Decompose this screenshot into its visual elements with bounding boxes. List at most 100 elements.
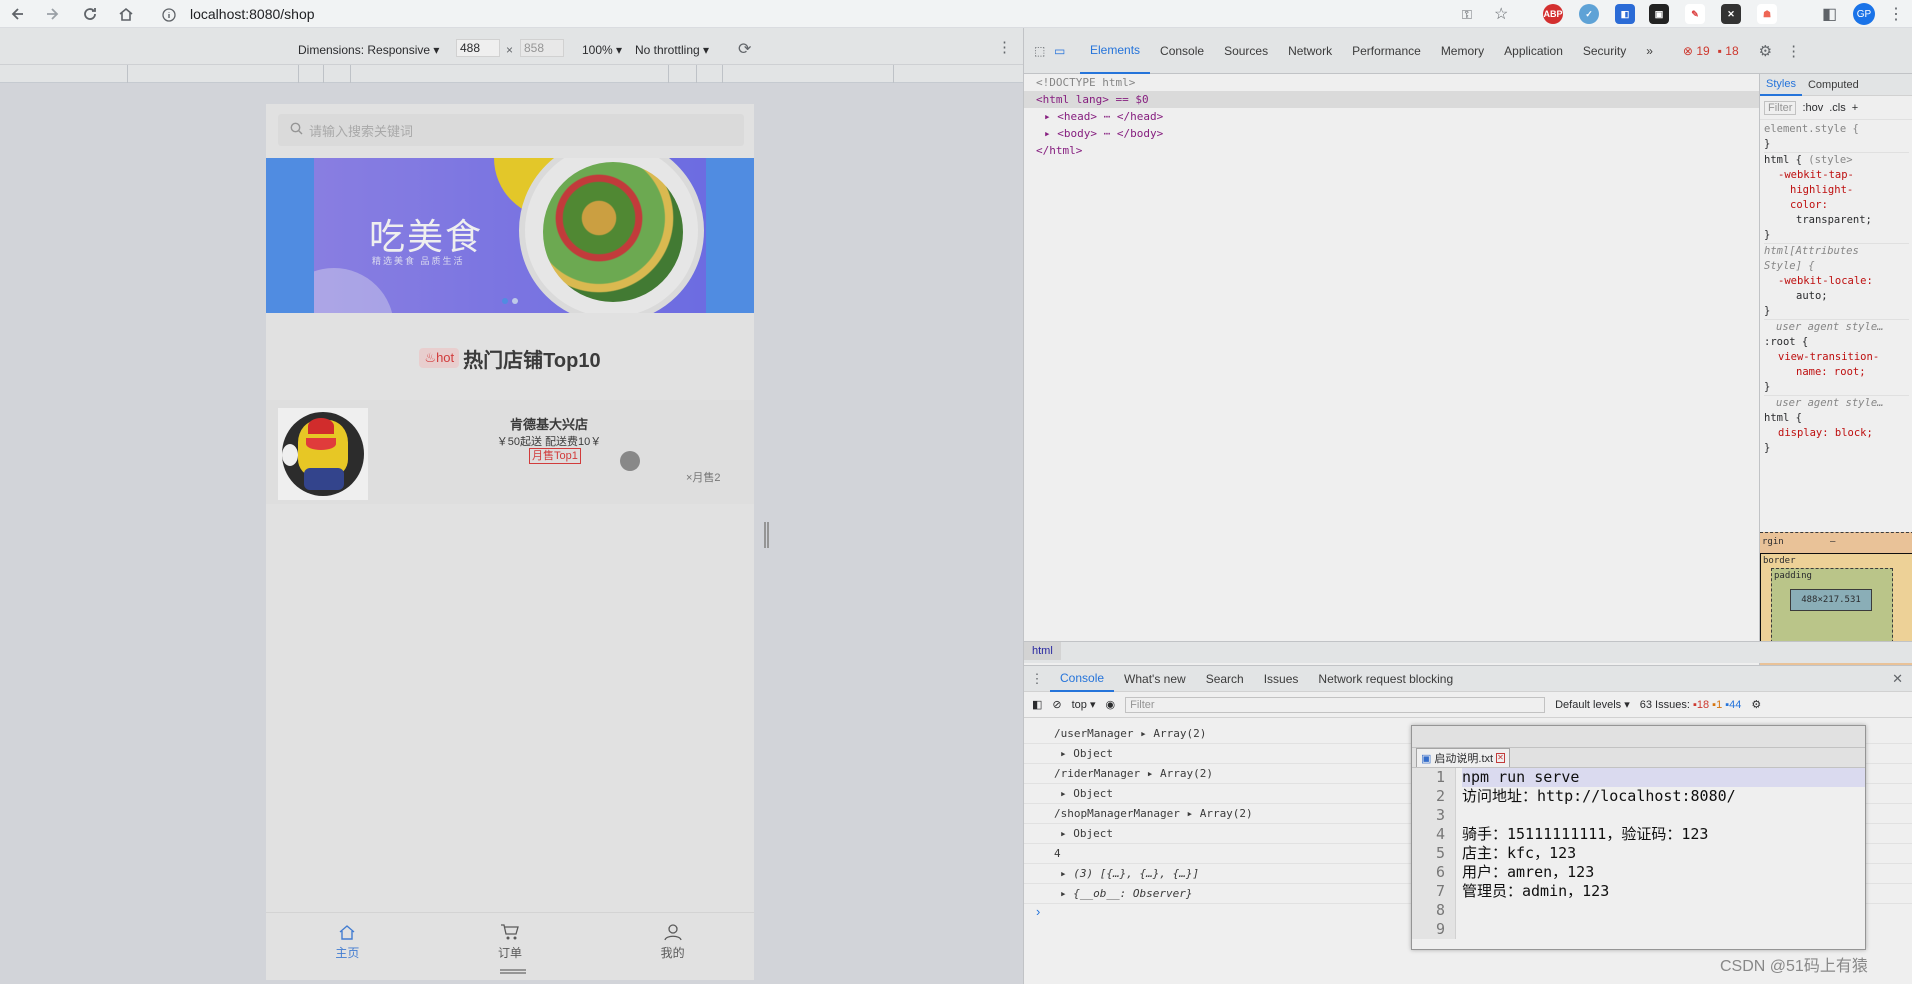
tab-sources[interactable]: Sources xyxy=(1214,28,1278,74)
fire-icon: ♨ xyxy=(424,350,437,365)
drawer-tab-search[interactable]: Search xyxy=(1196,666,1254,692)
mobile-viewport: 请输入搜索关键词 吃美食 精选美食 品质生活 ♨hot 热门店铺Top10 肯德… xyxy=(266,104,754,980)
key-icon[interactable]: ⚿ xyxy=(1462,7,1472,23)
tab-computed[interactable]: Computed xyxy=(1802,79,1865,91)
doctype-node[interactable]: <!DOCTYPE html> xyxy=(1024,74,1759,91)
html-close-node: </html> xyxy=(1036,144,1083,157)
tab-application[interactable]: Application xyxy=(1494,28,1573,74)
html-node[interactable]: <html lang> == $0 xyxy=(1024,91,1759,108)
shop-delivery-info: ￥50起送 配送费10￥ xyxy=(496,436,602,448)
tab-performance[interactable]: Performance xyxy=(1342,28,1431,74)
clear-console-icon[interactable]: ⊘ xyxy=(1052,698,1061,711)
site-info-icon[interactable] xyxy=(162,8,176,25)
height-input[interactable]: 858 xyxy=(520,39,564,57)
eye-icon[interactable]: ◉ xyxy=(1106,698,1116,711)
tab-profile[interactable]: 我的 xyxy=(591,913,754,970)
bottom-tab-bar: 主页 订单 我的 xyxy=(266,912,754,970)
console-settings-icon[interactable]: ⚙ xyxy=(1751,698,1761,711)
hov-toggle[interactable]: :hov xyxy=(1802,102,1823,114)
home-icon[interactable] xyxy=(114,2,138,26)
extension-icon[interactable]: ▣ xyxy=(1649,4,1669,24)
more-options-icon[interactable]: ⋮ xyxy=(997,38,1012,56)
extension-icon[interactable]: ✎ xyxy=(1685,4,1705,24)
notepad-tab[interactable]: ▣ 启动说明.txt ✕ xyxy=(1416,748,1510,767)
body-node[interactable]: ▸ <body> ⋯ </body> xyxy=(1024,125,1759,142)
hot-badge: ♨hot xyxy=(419,348,460,368)
breadcrumb-html[interactable]: html xyxy=(1024,642,1061,660)
inspect-icon[interactable]: ⬚ xyxy=(1034,44,1054,58)
tab-console[interactable]: Console xyxy=(1150,28,1214,74)
tab-home[interactable]: 主页 xyxy=(266,913,429,970)
drawer-tab-network-blocking[interactable]: Network request blocking xyxy=(1308,666,1463,692)
warning-count[interactable]: ▪ 18 xyxy=(1718,44,1739,58)
log-levels-dropdown[interactable]: Default levels ▾ xyxy=(1555,698,1630,711)
tab-network[interactable]: Network xyxy=(1278,28,1342,74)
back-icon[interactable] xyxy=(6,2,30,26)
shop-card[interactable]: 肯德基大兴店 ￥50起送 配送费10￥ 月售Top1 ×月售2 xyxy=(266,400,754,504)
browser-toolbar: localhost:8080/shop ⚿ ☆ ABP ✓ ◧ ▣ ✎ ✕ ☗ … xyxy=(0,0,1912,28)
width-input[interactable]: 488 xyxy=(456,39,500,57)
extension-icon[interactable]: ✓ xyxy=(1579,4,1599,24)
styles-pane: Styles Computed Filter :hov .cls + eleme… xyxy=(1759,74,1912,674)
tab-elements[interactable]: Elements xyxy=(1080,28,1151,74)
add-rule-icon[interactable]: + xyxy=(1852,102,1858,114)
close-tab-icon[interactable]: ✕ xyxy=(1496,753,1505,763)
carousel-dot-active[interactable] xyxy=(502,298,508,304)
shop-rank-tag: 月售Top1 xyxy=(529,448,581,464)
more-menu-icon[interactable]: ⋮ xyxy=(1888,4,1904,24)
times-icon: × xyxy=(506,43,514,57)
notepad-editor[interactable]: npm run serve 访问地址：http://localhost:8080… xyxy=(1456,768,1865,939)
drawer-tab-console[interactable]: Console xyxy=(1050,666,1115,692)
drawer-menu-icon[interactable]: ⋮ xyxy=(1024,671,1050,687)
sidebar-icon[interactable]: ◧ xyxy=(1822,4,1837,24)
cls-toggle[interactable]: .cls xyxy=(1829,102,1846,114)
resize-handle-bottom[interactable] xyxy=(500,972,526,974)
notepad-window: ▣ 启动说明.txt ✕ 1 2 3 4 5 6 7 8 9 npm run s… xyxy=(1411,725,1866,950)
error-count[interactable]: ⊗ 19 xyxy=(1683,44,1710,58)
star-icon[interactable]: ☆ xyxy=(1494,4,1508,24)
carousel-dot[interactable] xyxy=(512,298,518,304)
search-input[interactable]: 请输入搜索关键词 xyxy=(278,114,744,146)
context-dropdown[interactable]: top ▾ xyxy=(1072,698,1096,711)
settings-icon[interactable]: ⚙ xyxy=(1759,42,1772,60)
device-toggle-icon[interactable]: ▭ xyxy=(1054,44,1080,58)
zoom-dropdown[interactable]: 100% ▾ xyxy=(582,43,622,57)
reload-icon[interactable] xyxy=(78,2,102,26)
tab-styles[interactable]: Styles xyxy=(1760,74,1802,96)
styles-filter-input[interactable]: Filter xyxy=(1764,100,1797,115)
drawer-tab-issues[interactable]: Issues xyxy=(1254,666,1309,692)
search-icon xyxy=(290,122,303,138)
forward-icon[interactable] xyxy=(40,2,64,26)
tab-orders[interactable]: 订单 xyxy=(429,913,592,970)
address-bar[interactable]: localhost:8080/shop xyxy=(190,3,790,25)
elements-tree: <!DOCTYPE html> <html lang> == $0 ▸ <hea… xyxy=(1024,74,1759,674)
profile-avatar[interactable]: GP xyxy=(1853,3,1875,25)
more-options-icon[interactable]: ⋮ xyxy=(1786,42,1801,60)
issues-summary[interactable]: 63 Issues: ▪18 ▪1 ▪44 xyxy=(1640,699,1742,711)
extension-icon[interactable]: ✕ xyxy=(1721,4,1741,24)
breadcrumb: html xyxy=(1024,641,1912,663)
head-node[interactable]: ▸ <head> ⋯ </head> xyxy=(1024,108,1759,125)
tab-security[interactable]: Security xyxy=(1573,28,1636,74)
close-drawer-icon[interactable]: ✕ xyxy=(1892,671,1903,687)
extension-icon[interactable]: ◧ xyxy=(1615,4,1635,24)
rotate-icon[interactable]: ⟳ xyxy=(738,39,751,59)
url-text: localhost:8080/shop xyxy=(190,6,315,22)
dimensions-dropdown[interactable]: Dimensions: Responsive ▾ xyxy=(298,43,439,57)
shop-sales: ×月售2 xyxy=(686,472,721,484)
tab-memory[interactable]: Memory xyxy=(1431,28,1494,74)
more-tabs-icon[interactable]: » xyxy=(1636,28,1663,74)
media-query-ruler xyxy=(0,65,1023,83)
console-filter-input[interactable]: Filter xyxy=(1125,696,1546,713)
resize-handle-right[interactable] xyxy=(764,522,766,548)
shop-logo xyxy=(278,408,368,500)
extension-icon[interactable]: ☗ xyxy=(1757,4,1777,24)
drawer-tab-whats-new[interactable]: What's new xyxy=(1114,666,1196,692)
banner-carousel[interactable]: 吃美食 精选美食 品质生活 xyxy=(266,158,754,313)
sidebar-toggle-icon[interactable]: ◧ xyxy=(1032,698,1042,711)
watermark: CSDN @51码上有猿 xyxy=(1720,958,1868,975)
banner-title: 吃美食 xyxy=(369,216,484,257)
adblock-icon[interactable]: ABP xyxy=(1543,4,1563,24)
throttling-dropdown[interactable]: No throttling ▾ xyxy=(635,43,709,57)
cart-icon xyxy=(500,923,520,944)
